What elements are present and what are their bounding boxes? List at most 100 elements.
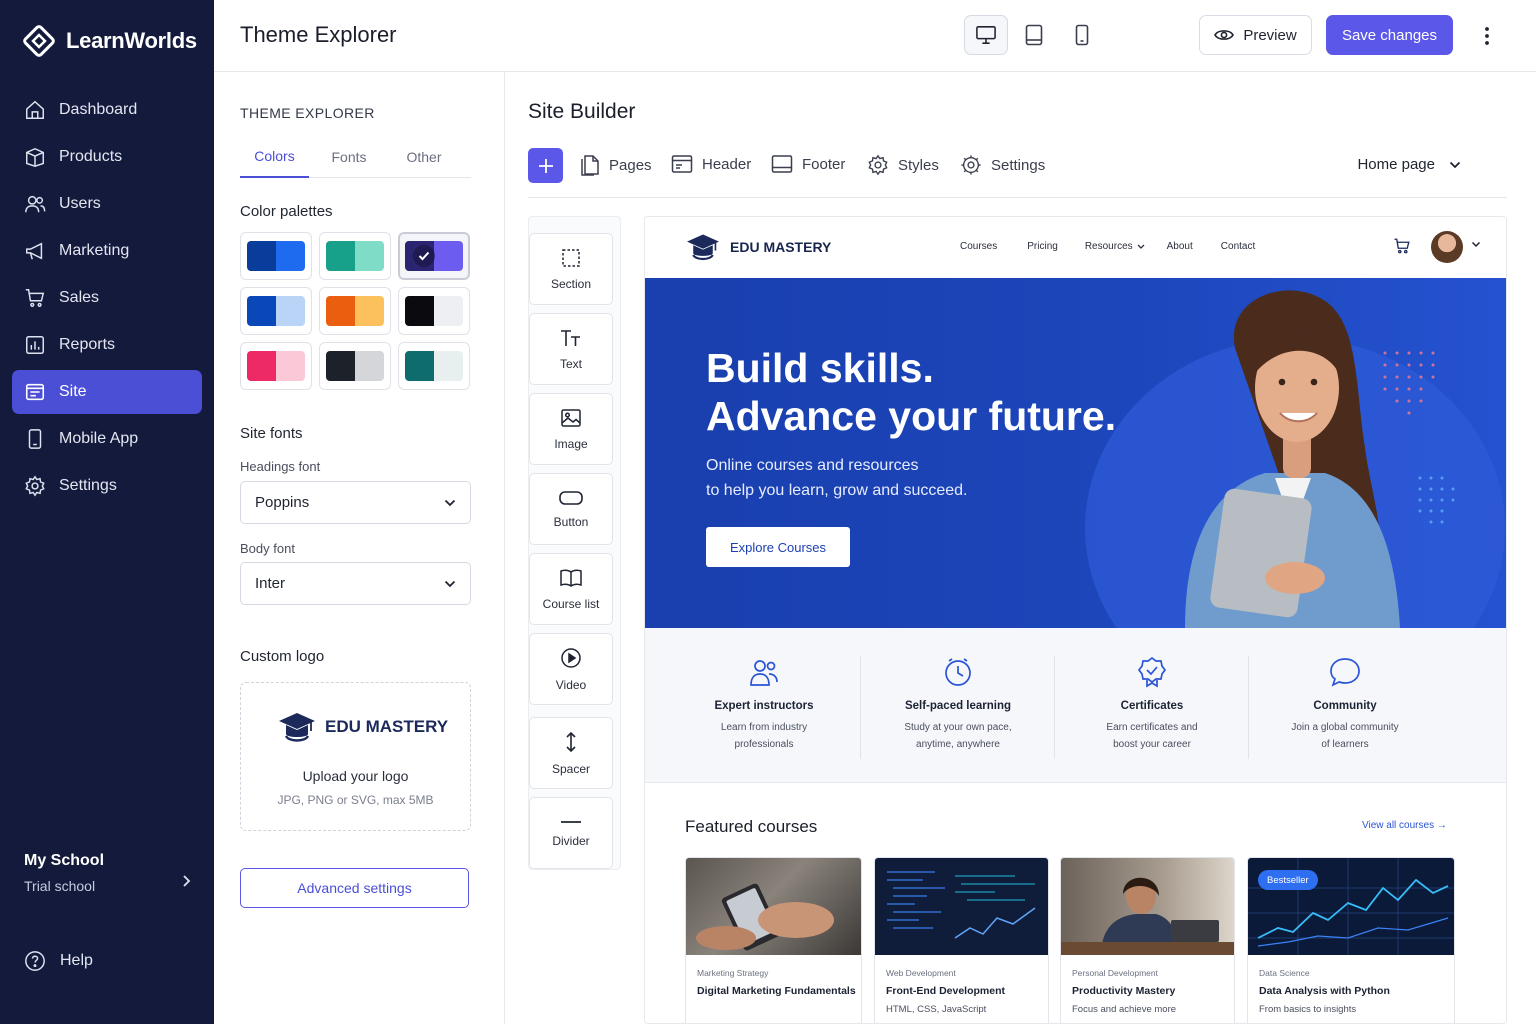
block-video[interactable]: Video: [529, 633, 613, 705]
site-brand-text: EDU MASTERY: [730, 239, 832, 255]
page-selector[interactable]: Home page: [1357, 156, 1461, 173]
body-font-select[interactable]: Inter: [240, 562, 471, 605]
palette-color-chip: [326, 351, 355, 381]
school-switcher[interactable]: My School Trial school: [24, 852, 200, 894]
block-course-list[interactable]: Course list: [529, 553, 613, 625]
hero-subtitle: Online courses and resources to help you…: [706, 453, 1026, 503]
brand-logo[interactable]: LearnWorlds: [22, 24, 197, 58]
color-palette-option[interactable]: [319, 342, 391, 390]
checkmark-icon: [413, 245, 435, 267]
instructor-icon: [750, 660, 778, 686]
user-avatar[interactable]: [1431, 231, 1463, 263]
block-spacer[interactable]: Spacer: [529, 717, 613, 789]
sidebar-item-marketing[interactable]: Marketing: [12, 229, 202, 273]
sidebar-item-products[interactable]: Products: [12, 135, 202, 179]
course-card[interactable]: Bestseller Data Science Data Analysis wi…: [1247, 857, 1455, 1023]
desktop-view-button[interactable]: [964, 15, 1008, 55]
sidebar-item-sales[interactable]: Sales: [12, 276, 202, 320]
sidebar-item-mobile-app[interactable]: Mobile App: [12, 417, 202, 461]
sidebar-nav: Dashboard Products Users Marketing Sales…: [12, 88, 202, 511]
features-section: Expert instructors Learn from industry pr…: [645, 628, 1506, 783]
course-category: Marketing Strategy: [697, 968, 769, 978]
block-button[interactable]: Button: [529, 473, 613, 545]
help-icon: [25, 951, 45, 971]
sidebar-item-settings[interactable]: Settings: [12, 464, 202, 508]
palette-color-chip: [326, 241, 355, 271]
course-card[interactable]: Web Development Front-End Development HT…: [874, 857, 1049, 1023]
more-options-button[interactable]: [1474, 22, 1500, 50]
site-logo[interactable]: EDU MASTERY: [685, 231, 831, 263]
color-palette-option[interactable]: [319, 232, 391, 280]
preview-button[interactable]: Preview: [1199, 15, 1312, 55]
block-text[interactable]: Text: [529, 313, 613, 385]
color-palette-option[interactable]: [398, 232, 470, 280]
color-palette-option[interactable]: [240, 342, 312, 390]
chevron-down-icon[interactable]: [1471, 241, 1481, 248]
more-vertical-icon: [1485, 27, 1489, 45]
learnworlds-logo-icon: [23, 25, 55, 57]
color-palette-option[interactable]: [398, 287, 470, 335]
site-menu-courses[interactable]: Courses: [960, 241, 997, 252]
tab-other[interactable]: Other: [389, 136, 459, 178]
toolbar-footer[interactable]: Footer: [771, 154, 845, 174]
device-switcher: [964, 15, 1104, 55]
sidebar-item-users[interactable]: Users: [12, 182, 202, 226]
site-menu-resources[interactable]: Resources: [1085, 241, 1133, 252]
explore-courses-button[interactable]: Explore Courses: [706, 527, 850, 567]
color-palette-option[interactable]: [240, 287, 312, 335]
sidebar-item-label: Mobile App: [59, 430, 139, 447]
toolbar-pages[interactable]: Pages: [580, 154, 652, 176]
palette-colors: [326, 241, 384, 271]
feature-title: Expert instructors: [714, 700, 814, 712]
palette-color-chip: [355, 241, 384, 271]
save-changes-button[interactable]: Save changes: [1326, 15, 1453, 55]
cart-icon: [25, 289, 45, 307]
home-icon: [26, 100, 44, 119]
hero-student-image: [1185, 290, 1400, 628]
site-preview-canvas[interactable]: EDU MASTERY Courses Pricing Resources Ab…: [644, 216, 1507, 1024]
topbar: Theme Explorer Preview Save changes: [214, 0, 1536, 72]
mobile-view-button[interactable]: [1060, 15, 1104, 55]
advanced-settings-button[interactable]: Advanced settings: [240, 868, 469, 908]
logo-upload-dropzone[interactable]: EDU MASTERY Upload your logo JPG, PNG or…: [240, 682, 471, 831]
tablet-view-button[interactable]: [1012, 15, 1056, 55]
sidebar-item-label: Site: [59, 383, 87, 400]
sidebar-item-site[interactable]: Site: [12, 370, 202, 414]
palette-colors: [247, 351, 305, 381]
image-icon: [561, 408, 581, 427]
toolbar-styles[interactable]: Styles: [867, 154, 939, 176]
palette-colors: [405, 351, 463, 381]
sidebar-item-label: Products: [59, 148, 123, 165]
feature-desc: Join a global community of learners: [1248, 719, 1442, 753]
add-block-button[interactable]: [528, 148, 563, 183]
view-all-courses-link[interactable]: View all courses →: [1362, 820, 1447, 831]
block-image[interactable]: Image: [529, 393, 613, 465]
site-menu-pricing[interactable]: Pricing: [1027, 241, 1058, 252]
color-palette-option[interactable]: [319, 287, 391, 335]
tab-colors[interactable]: Colors: [240, 136, 309, 178]
site-fonts-label: Site fonts: [240, 425, 303, 442]
sidebar-item-label: Settings: [59, 477, 117, 494]
palette-color-chip: [326, 296, 355, 326]
block-section[interactable]: Section: [529, 233, 613, 305]
block-divider[interactable]: Divider: [529, 797, 613, 869]
logo-preview: EDU MASTERY: [277, 709, 448, 745]
toolbar-settings[interactable]: Settings: [960, 154, 1045, 176]
sidebar-item-dashboard[interactable]: Dashboard: [12, 88, 202, 132]
site-menu-contact[interactable]: Contact: [1221, 241, 1255, 252]
course-card[interactable]: Personal Development Productivity Master…: [1060, 857, 1235, 1023]
help-link[interactable]: Help: [24, 950, 93, 972]
site-menu-about[interactable]: About: [1167, 241, 1193, 252]
hero-subtitle-line1: Online courses and resources: [706, 457, 919, 474]
course-card[interactable]: Marketing Strategy Digital Marketing Fun…: [685, 857, 862, 1023]
cart-icon[interactable]: [1393, 237, 1411, 255]
toolbar-header[interactable]: Header: [671, 154, 751, 174]
feature-desc-line: boost your career: [1113, 739, 1191, 750]
headings-font-select[interactable]: Poppins: [240, 481, 471, 524]
sidebar-item-reports[interactable]: Reports: [12, 323, 202, 367]
header-icon: [671, 155, 693, 173]
color-palette-option[interactable]: [398, 342, 470, 390]
color-palette-option[interactable]: [240, 232, 312, 280]
bestseller-badge: Bestseller: [1258, 870, 1318, 890]
tab-fonts[interactable]: Fonts: [309, 136, 389, 178]
